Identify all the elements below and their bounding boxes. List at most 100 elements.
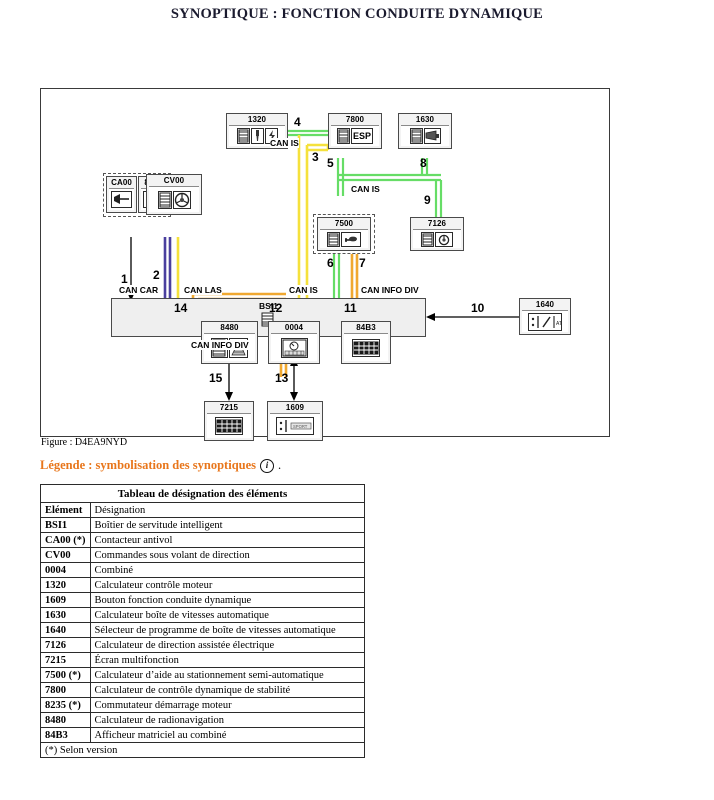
bus-label-can-las: CAN LAS: [184, 285, 222, 295]
link-number-4: 4: [294, 115, 301, 129]
cell-designation: Calculateur boîte de vitesses automatiqu…: [89, 607, 366, 623]
table-title-row: Tableau de désignation des éléments: [40, 484, 365, 503]
steering-wheel-icon: [172, 190, 191, 209]
matrix-display-icon: [352, 338, 380, 357]
bus-label-can-is-top: CAN IS: [270, 138, 299, 148]
link-number-11: 11: [344, 301, 357, 315]
cell-code: CV00: [40, 547, 91, 563]
table-row: 1609 Bouton fonction conduite dynamique: [40, 592, 366, 608]
component-1630[interactable]: 1630: [398, 113, 452, 149]
cell-designation: Combiné: [89, 562, 366, 578]
cell-code: 7126: [40, 637, 91, 653]
ecu-icon: [337, 128, 350, 144]
component-0004-label: 0004: [269, 322, 319, 333]
component-cv00-icons: [149, 186, 199, 212]
table-row: 1320 Calculateur contrôle moteur: [40, 577, 366, 593]
component-0004-icons: [271, 333, 317, 361]
cell-code: 1320: [40, 577, 91, 593]
cell-designation: Afficheur matriciel au combiné: [89, 727, 366, 743]
cell-code: 8235 (*): [40, 697, 91, 713]
component-7126[interactable]: 7126: [410, 217, 464, 251]
info-icon[interactable]: i: [260, 458, 275, 473]
antitheft-switch-icon: [111, 191, 132, 208]
link-number-14: 14: [174, 301, 188, 315]
column-header-designation: Désignation: [89, 502, 366, 518]
component-1609[interactable]: 1609 SPORT: [267, 401, 323, 441]
ecu-icon: [236, 128, 250, 144]
elements-designation-table: Tableau de désignation des éléments Elém…: [40, 484, 366, 758]
esp-text-icon: ESP: [351, 128, 373, 144]
table-footnote: (*) Selon version: [40, 742, 365, 758]
link-number-3: 3: [312, 150, 319, 164]
table-row: 1630 Calculateur boîte de vitesses autom…: [40, 607, 366, 623]
cell-designation: Écran multifonction: [89, 652, 366, 668]
column-header-element: Elément: [40, 502, 91, 518]
component-8480-label: 8480: [202, 322, 257, 333]
cell-code: 84B3: [40, 727, 91, 743]
component-7215-icons: [207, 413, 251, 438]
gearbox-icon: [423, 128, 441, 144]
cell-code: 7500 (*): [40, 667, 91, 683]
table-row: 8480 Calculateur de radionavigation: [40, 712, 366, 728]
table-row: 1640 Sélecteur de programme de boîte de …: [40, 622, 366, 638]
table-title: Tableau de désignation des éléments: [40, 484, 365, 503]
component-84b3[interactable]: 84B3: [341, 321, 391, 364]
table-footnote-row: (*) Selon version: [40, 742, 365, 758]
cell-designation: Sélecteur de programme de boîte de vites…: [89, 622, 366, 638]
component-ca00[interactable]: CA00: [106, 176, 137, 213]
cell-designation: Calculateur de direction assistée électr…: [89, 637, 366, 653]
table-row: CA00 (*) Contacteur antivol: [40, 532, 366, 548]
cell-designation: Contacteur antivol: [89, 532, 366, 548]
cell-code: BSI1: [40, 517, 91, 533]
component-7126-icons: [413, 229, 461, 248]
bus-label-can-info-div-bsi: CAN INFO DIV: [361, 285, 419, 295]
component-1630-label: 1630: [399, 114, 451, 125]
diagram-wires: [127, 129, 519, 401]
link-number-8: 8: [420, 156, 427, 170]
table-row: 7800 Calculateur de contrôle dynamique d…: [40, 682, 366, 698]
component-7215-label: 7215: [205, 402, 253, 413]
component-7215[interactable]: 7215: [204, 401, 254, 441]
cell-designation: Commutateur démarrage moteur: [89, 697, 366, 713]
legend-link[interactable]: Légende : symbolisation des synoptiques …: [40, 458, 281, 473]
ecu-icon: [327, 231, 340, 247]
component-7800[interactable]: 7800 ESP: [328, 113, 382, 149]
link-number-6: 6: [327, 256, 334, 270]
cell-code: CA00 (*): [40, 532, 91, 548]
cell-designation: Calculateur de radionavigation: [89, 712, 366, 728]
table-row: 84B3 Afficheur matriciel au combiné: [40, 727, 366, 743]
table-row: 7126 Calculateur de direction assistée é…: [40, 637, 366, 653]
component-cv00[interactable]: CV00: [146, 174, 202, 215]
cell-designation: Calculateur contrôle moteur: [89, 577, 366, 593]
svg-text:AT: AT: [556, 321, 561, 327]
link-number-12: 12: [269, 301, 283, 315]
cell-code: 8480: [40, 712, 91, 728]
link-number-15: 15: [209, 371, 223, 385]
component-1640-icons: AT: [522, 310, 568, 332]
link-number-9: 9: [424, 193, 431, 207]
table-body: Tableau de désignation des éléments Elém…: [40, 484, 366, 758]
power-steering-icon: [435, 231, 453, 247]
cell-designation: Bouton fonction conduite dynamique: [89, 592, 366, 608]
table-row: 8235 (*) Commutateur démarrage moteur: [40, 697, 366, 713]
component-7800-label: 7800: [329, 114, 381, 125]
ecu-icon: [409, 128, 423, 144]
bus-label-can-car: CAN CAR: [119, 285, 159, 295]
table-row: 7215 Écran multifonction: [40, 652, 366, 668]
component-1640[interactable]: 1640 AT: [519, 298, 571, 335]
cell-code: 1609: [40, 592, 91, 608]
component-7500[interactable]: 7500: [317, 217, 371, 251]
table-row: 0004 Combiné: [40, 562, 366, 578]
cell-code: 0004: [40, 562, 91, 578]
link-number-5: 5: [327, 156, 334, 170]
table-row: 7500 (*) Calculateur d’aide au stationne…: [40, 667, 366, 683]
link-number-2: 2: [153, 268, 160, 282]
component-ca00-icons: [109, 188, 134, 210]
component-84b3-icons: [344, 333, 388, 361]
component-0004[interactable]: 0004: [268, 321, 320, 364]
figure-caption: Figure : D4EA9NYD: [41, 437, 128, 448]
bus-label-can-info-div-lower: CAN INFO DIV: [191, 340, 249, 350]
component-ca00-label: CA00: [107, 177, 136, 188]
cell-designation: Calculateur de contrôle dynamique de sta…: [89, 682, 366, 698]
component-7126-label: 7126: [411, 218, 463, 229]
